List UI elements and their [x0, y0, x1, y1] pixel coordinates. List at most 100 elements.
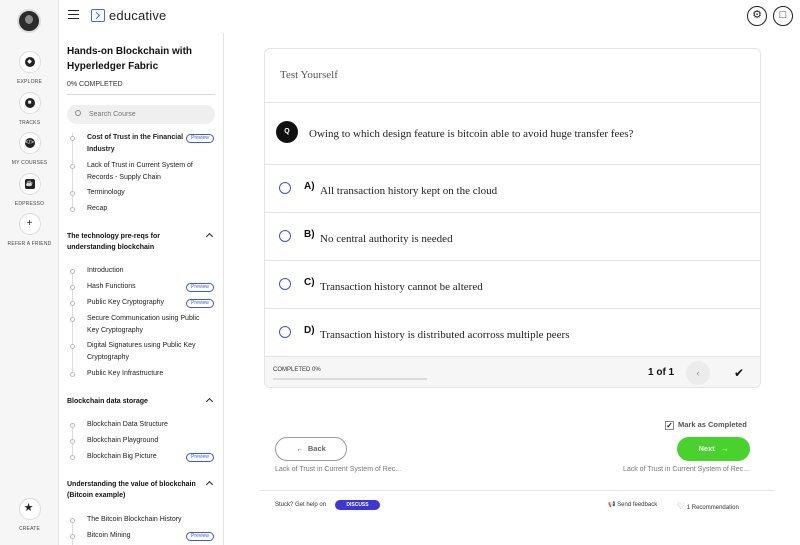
- quiz-completed-label: COMPLETED 0%: [273, 367, 321, 373]
- chevron-left-icon: ‹: [696, 368, 700, 378]
- lesson-title: Digital Signatures using Public Key Cryp…: [87, 342, 196, 361]
- lesson-bullet: [70, 207, 75, 212]
- explore-icon: ◆: [18, 51, 41, 73]
- chevron-up-icon: [205, 232, 214, 241]
- preview-badge: Preview: [186, 283, 214, 292]
- rail-item-refer[interactable]: + REFER A FRIEND: [0, 213, 59, 247]
- answer-option-a[interactable]: A) All transaction history kept on the c…: [265, 165, 760, 213]
- lesson-bullet: [70, 455, 75, 460]
- recommendation-label: 1 Recommendation: [686, 505, 739, 511]
- lesson-bullet: [70, 534, 75, 539]
- settings-button[interactable]: ⚙: [747, 6, 767, 26]
- radio-button[interactable]: [279, 326, 291, 338]
- previous-question-button[interactable]: ‹: [686, 361, 710, 385]
- sparkle-icon: ★: [18, 498, 41, 520]
- section-title: The technology pre-reqs for understandin…: [67, 233, 160, 251]
- heart-icon: ♡: [677, 501, 686, 511]
- lesson-bullet: [70, 164, 75, 169]
- search-input[interactable]: [89, 108, 209, 121]
- question-count: 1 of 1: [648, 367, 675, 378]
- option-text: Transaction history is distributed acorr…: [320, 329, 570, 341]
- discuss-button[interactable]: DISCUSS: [335, 500, 380, 510]
- radio-button[interactable]: [279, 230, 291, 242]
- lesson-title: Secure Communication using Public Key Cr…: [87, 315, 200, 334]
- option-text: No central authority is needed: [320, 233, 453, 245]
- answer-option-d[interactable]: D) Transaction history is distributed ac…: [265, 309, 760, 357]
- create-label: CREATE: [18, 526, 41, 532]
- next-button[interactable]: Next →: [677, 437, 750, 461]
- question-badge: Q: [276, 121, 298, 143]
- lesson-bullet: [70, 518, 75, 523]
- check-answer-button[interactable]: ✔: [729, 363, 749, 383]
- clipboard-icon: □: [779, 9, 787, 21]
- next-lesson-link[interactable]: Lack of Trust in Current System of Rec..…: [623, 466, 749, 473]
- search-course: [67, 105, 215, 124]
- section-title: Blockchain data storage: [67, 398, 148, 405]
- quiz-card: Test Yourself Q Owing to which design fe…: [264, 48, 761, 388]
- lesson-title: Blockchain Data Structure: [87, 421, 168, 428]
- clipboard-button[interactable]: □: [773, 6, 793, 26]
- back-label: Back: [307, 444, 326, 453]
- back-button[interactable]: ← Back: [275, 437, 347, 461]
- brand-name: educative: [109, 8, 167, 23]
- question-text: Owing to which design feature is bitcoin…: [309, 128, 634, 140]
- mark-completed-label: Mark as Completed: [678, 420, 747, 429]
- rail-item-explore[interactable]: ◆ EXPLORE: [0, 51, 59, 85]
- lesson-title: Recap: [87, 205, 108, 212]
- avatar[interactable]: [17, 9, 41, 33]
- megaphone-icon: 📢: [608, 502, 616, 508]
- rail-item-my-courses[interactable]: </> MY COURSES: [0, 132, 59, 166]
- section-header[interactable]: Blockchain data storage: [59, 396, 223, 407]
- course-progress-bar: [67, 94, 215, 95]
- preview-badge: Preview: [186, 299, 214, 308]
- coffee-icon: ☕: [18, 173, 41, 195]
- arrow-left-icon: ←: [296, 444, 304, 453]
- top-bar: educative ⚙ □: [59, 0, 800, 33]
- lesson-bullet: [70, 191, 75, 196]
- course-title: Hands-on Blockchain with Hyperledger Fab…: [67, 46, 193, 72]
- menu-icon[interactable]: [68, 10, 79, 19]
- lesson-bullet: [70, 317, 75, 322]
- option-letter: B): [304, 229, 315, 240]
- section-header[interactable]: The technology pre-reqs for understandin…: [59, 231, 223, 253]
- previous-lesson-link[interactable]: Lack of Trust in Current System of Rec..…: [275, 466, 401, 473]
- option-letter: A): [304, 181, 315, 192]
- search-icon: [75, 110, 81, 116]
- section-title: Understanding the value of blockchain (B…: [67, 481, 196, 499]
- create-button[interactable]: ★ CREATE: [0, 498, 59, 532]
- rail-item-edpresso[interactable]: ☕ EDPRESSO: [0, 173, 59, 207]
- course-sidebar: Hands-on Blockchain with Hyperledger Fab…: [59, 33, 224, 545]
- option-letter: D): [304, 325, 315, 336]
- preview-badge: Preview: [186, 532, 214, 541]
- lesson-bullet: [70, 301, 75, 306]
- section-header[interactable]: Understanding the value of blockchain (B…: [59, 479, 223, 501]
- answer-option-c[interactable]: C) Transaction history cannot be altered: [265, 261, 760, 309]
- lesson-title: Lack of Trust in Current System of Recor…: [87, 162, 193, 181]
- check-circle-icon: ✔: [733, 366, 745, 380]
- lesson-bullet: [70, 269, 75, 274]
- left-rail: ◆ EXPLORE ■ TRACKS </> MY COURSES ☕ EDPR…: [0, 0, 59, 545]
- mark-completed[interactable]: ✓ Mark as Completed: [665, 420, 747, 430]
- gear-icon: ⚙: [752, 9, 762, 21]
- radio-button[interactable]: [279, 278, 291, 290]
- lesson-bullet: [70, 423, 75, 428]
- quiz-progress-bar: [273, 378, 427, 380]
- help-bar: Stuck? Get help on DISCUSS 📢 Send feedba…: [259, 490, 774, 545]
- lesson-title: Blockchain Playground: [87, 437, 159, 444]
- option-text: Transaction history cannot be altered: [320, 281, 483, 293]
- answer-option-b[interactable]: B) No central authority is needed: [265, 213, 760, 261]
- arrow-right-icon: →: [721, 444, 729, 453]
- preview-badge: Preview: [186, 134, 214, 143]
- recommendation-button[interactable]: ♡ 1 Recommendation: [677, 501, 739, 512]
- educative-logo-icon: [91, 9, 105, 22]
- lesson-bullet: [70, 439, 75, 444]
- main-content: Test Yourself Q Owing to which design fe…: [224, 33, 800, 545]
- option-text: All transaction history kept on the clou…: [320, 185, 498, 197]
- rail-item-tracks[interactable]: ■ TRACKS: [0, 92, 59, 126]
- question-row: Q Owing to which design feature is bitco…: [265, 103, 760, 165]
- radio-button[interactable]: [279, 182, 291, 194]
- lesson-title: Public Key Infrastructure: [87, 370, 164, 377]
- lesson-title: The Bitcoin Blockchain History: [87, 516, 182, 523]
- send-feedback-link[interactable]: 📢 Send feedback: [608, 501, 657, 508]
- checkbox-icon[interactable]: ✓: [665, 420, 674, 430]
